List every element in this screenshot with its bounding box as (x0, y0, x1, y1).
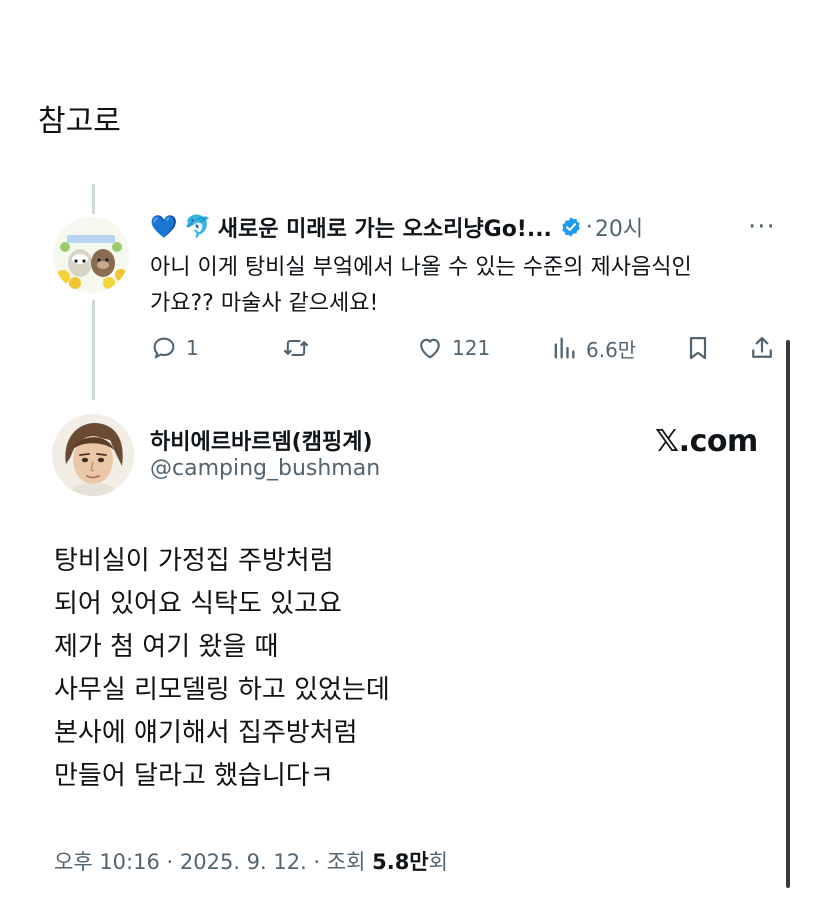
intro-text: 참고로 (38, 104, 121, 139)
tweet-text-line: 되어 있어요 식탁도 있고요 (54, 589, 342, 619)
portrait-avatar-icon (52, 414, 134, 496)
reply-text-line: 아니 이게 탕비실 부엌에서 나올 수 있는 수준의 제사음식인 (150, 255, 692, 280)
views-count: 6.6만 (586, 337, 637, 362)
reply-emojis: 💙 🐬 (150, 214, 212, 240)
tweet-text-line: 사무실 리모델링 하고 있었는데 (54, 675, 390, 705)
bookmark-icon (689, 336, 707, 360)
like-button[interactable]: 121 (416, 330, 490, 366)
tweet-text-line: 탕비실이 가정집 주방처럼 (54, 546, 334, 576)
view-count: 5.8만 (372, 850, 429, 874)
retweet-icon (283, 339, 309, 357)
share-button[interactable] (748, 330, 776, 366)
reply-button[interactable]: 1 (150, 330, 199, 366)
reply-author-name[interactable]: 새로운 미래로 가는 오소리냥Go!... (218, 211, 552, 243)
badger-cat-avatar-icon (53, 217, 129, 293)
reply-text-line: 가요?? 마술사 같으세요! (150, 291, 379, 316)
thread-line (92, 184, 95, 214)
views-icon (554, 337, 575, 359)
reply-avatar[interactable] (53, 217, 129, 293)
verified-badge-icon (560, 216, 582, 238)
tweet-text: 탕비실이 가정집 주방처럼 되어 있어요 식탁도 있고요 제가 첨 여기 왔을 … (54, 540, 390, 798)
retweet-button[interactable] (282, 330, 318, 366)
reply-time[interactable]: 20시 (595, 211, 643, 243)
author-name[interactable]: 하비에르바르뎀(캠핑계) (150, 424, 373, 456)
separator-dot: · (585, 214, 593, 240)
scrollbar[interactable] (786, 340, 790, 888)
tweet-metadata: 오후 10:16 · 2025. 9. 12. · 조회 5.8만회 (54, 846, 448, 876)
bookmark-button[interactable] (684, 330, 712, 366)
timestamp[interactable]: 오후 10:16 · 2025. 9. 12. · 조회 (54, 850, 372, 874)
reply-header: 💙 🐬 새로운 미래로 가는 오소리냥Go!... · 20시 (150, 210, 643, 244)
tweet-text-line: 본사에 얘기해서 집주방처럼 (54, 718, 358, 748)
more-options-icon[interactable]: ··· (748, 212, 776, 242)
tweet-text-line: 만들어 달라고 했습니다ㅋ (54, 761, 334, 791)
like-icon (420, 338, 440, 359)
share-icon (752, 336, 772, 358)
like-count: 121 (452, 336, 491, 360)
tweet-text-line: 제가 첨 여기 왔을 때 (54, 632, 279, 662)
thread-line (92, 300, 95, 400)
action-bar: 1 121 6.6만 (150, 330, 790, 366)
author-handle[interactable]: @camping_bushman (150, 456, 380, 481)
views-button[interactable]: 6.6만 (550, 330, 636, 366)
view-count-suffix: 회 (428, 850, 448, 874)
x-logo-icon: 𝕏.com (655, 424, 758, 459)
reply-text: 아니 이게 탕비실 부엌에서 나올 수 있는 수준의 제사음식인 가요?? 마술… (150, 250, 780, 322)
author-avatar[interactable] (52, 414, 134, 496)
reply-count: 1 (186, 336, 199, 360)
reply-icon (153, 337, 175, 359)
